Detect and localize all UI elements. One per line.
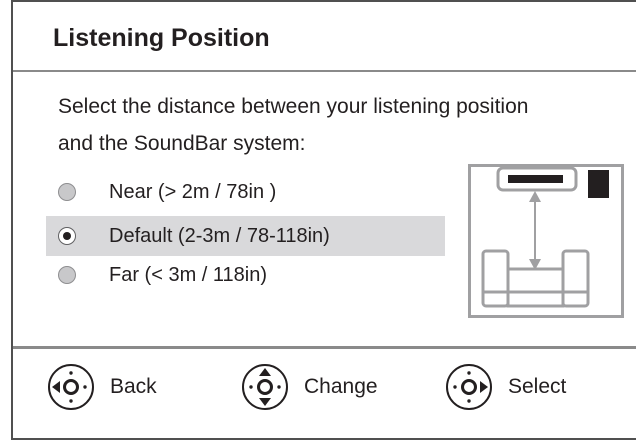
option-default[interactable]: Default (2-3m / 78-118in): [46, 216, 445, 256]
radio-button-far[interactable]: [58, 266, 76, 284]
listening-position-dialog: Listening Position Select the distance b…: [11, 0, 636, 440]
option-far-label: Far (< 3m / 118in): [109, 263, 268, 286]
select-button[interactable]: Select: [444, 362, 566, 412]
radio-selected-dot: [63, 232, 71, 240]
footer-divider: [13, 346, 636, 349]
instruction-line-2: and the SoundBar system:: [58, 132, 306, 155]
dialog-header: Listening Position: [13, 2, 636, 72]
change-button[interactable]: Change: [240, 362, 378, 412]
radio-button-near[interactable]: [58, 183, 76, 201]
instruction-line-1: Select the distance between your listeni…: [58, 95, 529, 118]
back-button[interactable]: Back: [46, 362, 157, 412]
instruction-text: Select the distance between your listeni…: [58, 88, 623, 162]
radio-button-default[interactable]: [58, 227, 76, 245]
option-near[interactable]: Near (> 2m / 78in ): [46, 172, 445, 212]
listening-distance-diagram-icon: [468, 164, 624, 318]
back-label: Back: [110, 375, 157, 398]
page-title: Listening Position: [53, 24, 270, 52]
change-label: Change: [304, 375, 378, 398]
remote-left-arrow-icon: [48, 364, 94, 410]
option-default-label: Default (2-3m / 78-118in): [109, 224, 330, 247]
remote-up-down-icon: [242, 364, 288, 410]
option-far[interactable]: Far (< 3m / 118in): [46, 255, 445, 295]
option-near-label: Near (> 2m / 78in ): [109, 180, 277, 203]
select-label: Select: [508, 375, 567, 398]
remote-right-arrow-icon: [446, 364, 492, 410]
